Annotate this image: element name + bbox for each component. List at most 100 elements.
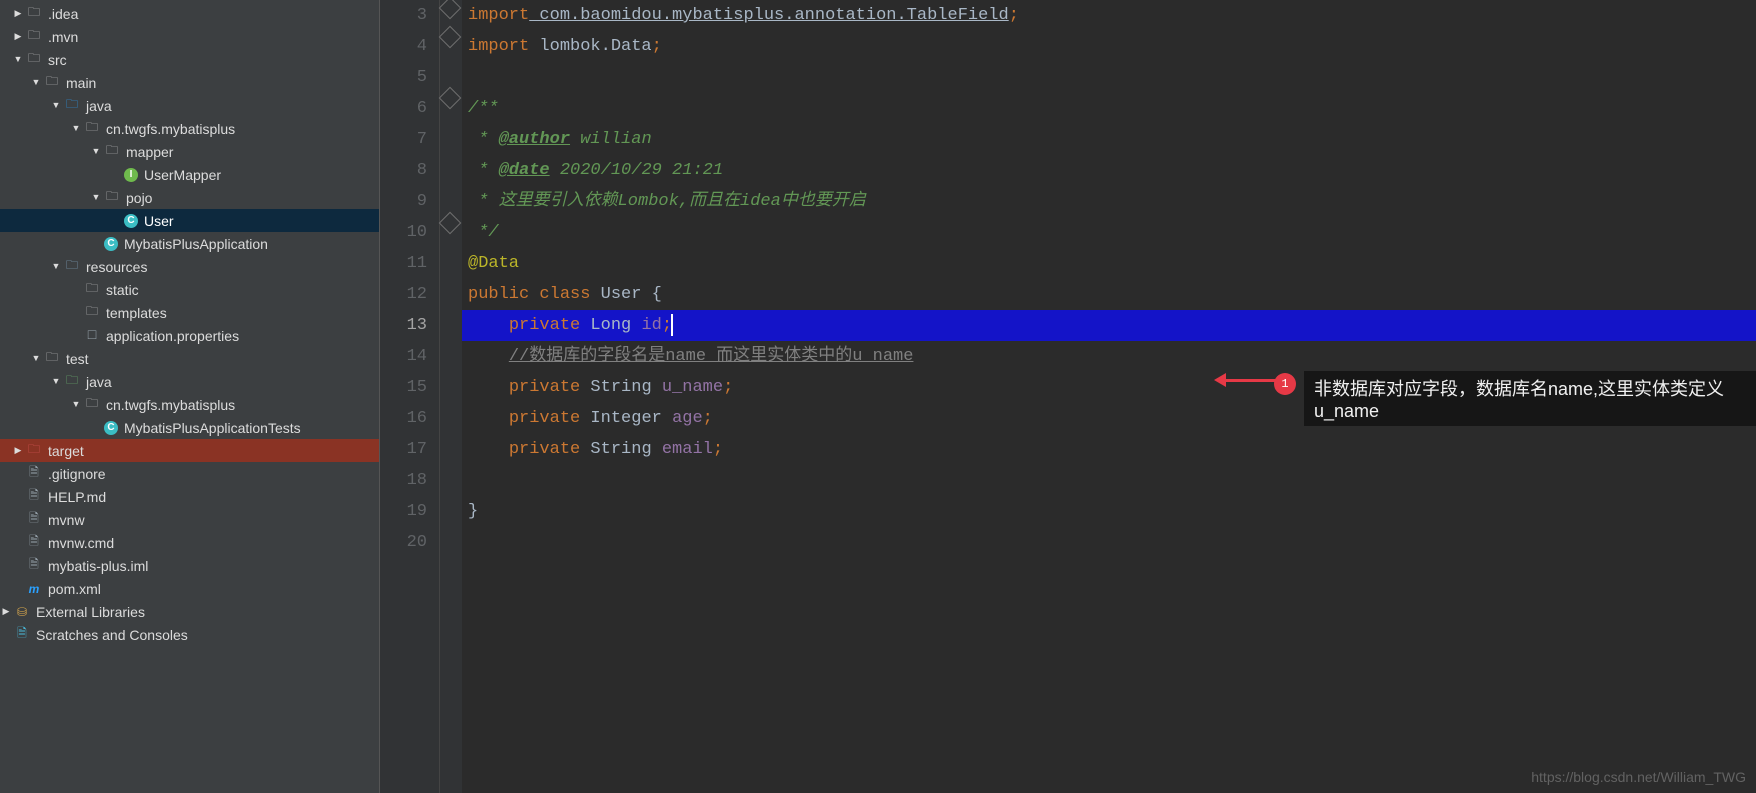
- tree-folder-idea[interactable]: ▶🗀.idea: [0, 2, 379, 25]
- line-number[interactable]: 18: [380, 465, 439, 496]
- fold-mark-icon[interactable]: [439, 212, 462, 235]
- tree-folder-main[interactable]: ▼🗀main: [0, 71, 379, 94]
- tree-label: resources: [86, 259, 147, 275]
- tree-file-mvnw[interactable]: 🗎 mvnw: [0, 508, 379, 531]
- code-line[interactable]: import lombok.Data;: [462, 31, 1756, 62]
- line-number[interactable]: 9: [380, 186, 439, 217]
- code-line[interactable]: private String email;: [462, 434, 1756, 465]
- project-tree[interactable]: ▶🗀.idea ▶🗀.mvn ▼🗀src ▼🗀main ▼🗀java ▼🗀cn.…: [0, 0, 380, 793]
- code-line[interactable]: @Data: [462, 248, 1756, 279]
- code-line[interactable]: [462, 527, 1756, 558]
- punct: ;: [713, 440, 723, 459]
- annotation-text: 非数据库对应字段，数据库名name,这里实体类定义u_name: [1304, 371, 1756, 426]
- keyword: private: [509, 409, 580, 428]
- tree-label: mvnw: [48, 512, 85, 528]
- tree-folder-templates[interactable]: 🗀templates: [0, 301, 379, 324]
- code-editor[interactable]: 3 4 5 6 7 8 9 10 11 12 13 14 15 16 17 18…: [380, 0, 1756, 793]
- brace: }: [468, 502, 478, 521]
- code-line[interactable]: [462, 62, 1756, 93]
- tree-file-user[interactable]: CUser: [0, 209, 379, 232]
- tree-label: pom.xml: [48, 581, 101, 597]
- tree-package-main[interactable]: ▼🗀cn.twgfs.mybatisplus: [0, 117, 379, 140]
- code-line[interactable]: /**: [462, 93, 1756, 124]
- tree-package-mapper[interactable]: ▼🗀mapper: [0, 140, 379, 163]
- javadoc: */: [468, 223, 499, 242]
- punct: ;: [652, 37, 662, 56]
- code-line[interactable]: * 这里要引入依赖Lombok,而且在idea中也要开启: [462, 186, 1756, 217]
- tree-file-gitignore[interactable]: 🗎.gitignore: [0, 462, 379, 485]
- line-number[interactable]: 14: [380, 341, 439, 372]
- tree-folder-resources[interactable]: ▼🗀resources: [0, 255, 379, 278]
- tree-folder-static[interactable]: 🗀static: [0, 278, 379, 301]
- javadoc: * 这里要引入依赖Lombok,而且在idea中也要开启: [468, 192, 866, 211]
- tree-label: static: [106, 282, 139, 298]
- tree-label: .idea: [48, 6, 78, 22]
- code-line[interactable]: }: [462, 496, 1756, 527]
- tree-package-pojo[interactable]: ▼🗀pojo: [0, 186, 379, 209]
- code-line[interactable]: * @date 2020/10/29 21:21: [462, 155, 1756, 186]
- line-number[interactable]: 8: [380, 155, 439, 186]
- tree-label: mapper: [126, 144, 173, 160]
- class-icon: C: [124, 214, 138, 228]
- line-number[interactable]: 6: [380, 93, 439, 124]
- field: email: [662, 440, 713, 459]
- tree-folder-src[interactable]: ▼🗀src: [0, 48, 379, 71]
- javadoc-tag: @author: [499, 130, 570, 149]
- source-folder-icon: 🗀: [64, 98, 80, 114]
- keyword: private: [509, 440, 580, 459]
- tree-file-appprops[interactable]: 🞎application.properties: [0, 324, 379, 347]
- tree-file-usermapper[interactable]: IUserMapper: [0, 163, 379, 186]
- tree-folder-target[interactable]: ▶🗀target: [0, 439, 379, 462]
- code-line[interactable]: [462, 465, 1756, 496]
- tree-file-helpmd[interactable]: 🗎HELP.md: [0, 485, 379, 508]
- code-line[interactable]: */: [462, 217, 1756, 248]
- tree-external-libraries[interactable]: ▶⛁External Libraries: [0, 600, 379, 623]
- tree-folder-mvn[interactable]: ▶🗀.mvn: [0, 25, 379, 48]
- properties-file-icon: 🞎: [84, 328, 100, 344]
- line-number[interactable]: 20: [380, 527, 439, 558]
- line-number[interactable]: 17: [380, 434, 439, 465]
- fold-mark-icon[interactable]: [439, 0, 462, 19]
- punct: ;: [703, 409, 713, 428]
- line-number[interactable]: 13: [380, 310, 439, 341]
- tree-label: MybatisPlusApplication: [124, 236, 268, 252]
- tree-folder-java-main[interactable]: ▼🗀java: [0, 94, 379, 117]
- line-number[interactable]: 5: [380, 62, 439, 93]
- line-number[interactable]: 11: [380, 248, 439, 279]
- code-line-current[interactable]: private Long id;: [462, 310, 1756, 341]
- tree-file-mvnwcmd[interactable]: 🗎mvnw.cmd: [0, 531, 379, 554]
- tree-label: .gitignore: [48, 466, 106, 482]
- code-line[interactable]: * @author willian: [462, 124, 1756, 155]
- tree-label: pojo: [126, 190, 152, 206]
- tree-folder-test[interactable]: ▼🗀test: [0, 347, 379, 370]
- line-number[interactable]: 4: [380, 31, 439, 62]
- line-number[interactable]: 10: [380, 217, 439, 248]
- tree-file-pom[interactable]: mpom.xml: [0, 577, 379, 600]
- tree-file-apptests[interactable]: CMybatisPlusApplicationTests: [0, 416, 379, 439]
- file-icon: 🗎: [26, 558, 42, 574]
- code-line[interactable]: import com.baomidou.mybatisplus.annotati…: [462, 0, 1756, 31]
- tree-package-test[interactable]: ▼🗀cn.twgfs.mybatisplus: [0, 393, 379, 416]
- line-number[interactable]: 16: [380, 403, 439, 434]
- line-number[interactable]: 7: [380, 124, 439, 155]
- code-line[interactable]: //数据库的字段名是name 而这里实体类中的u_name: [462, 341, 1756, 372]
- tree-scratches[interactable]: 🗎Scratches and Consoles: [0, 623, 379, 646]
- tree-file-app[interactable]: CMybatisPlusApplication: [0, 232, 379, 255]
- tree-folder-java-test[interactable]: ▼🗀java: [0, 370, 379, 393]
- line-number[interactable]: 12: [380, 279, 439, 310]
- tree-label: main: [66, 75, 96, 91]
- javadoc: *: [468, 161, 499, 180]
- code-line[interactable]: public class User {: [462, 279, 1756, 310]
- keyword: private: [509, 378, 580, 397]
- tree-file-iml[interactable]: 🗎mybatis-plus.iml: [0, 554, 379, 577]
- tree-label: mvnw.cmd: [48, 535, 114, 551]
- line-number[interactable]: 3: [380, 0, 439, 31]
- line-number[interactable]: 15: [380, 372, 439, 403]
- line-number[interactable]: 19: [380, 496, 439, 527]
- fold-mark-icon[interactable]: [439, 26, 462, 49]
- keyword: public: [468, 285, 529, 304]
- file-icon: 🗎: [26, 512, 42, 528]
- code-area[interactable]: import com.baomidou.mybatisplus.annotati…: [462, 0, 1756, 793]
- fold-mark-icon[interactable]: [439, 87, 462, 110]
- editor-gutter[interactable]: 3 4 5 6 7 8 9 10 11 12 13 14 15 16 17 18…: [380, 0, 440, 793]
